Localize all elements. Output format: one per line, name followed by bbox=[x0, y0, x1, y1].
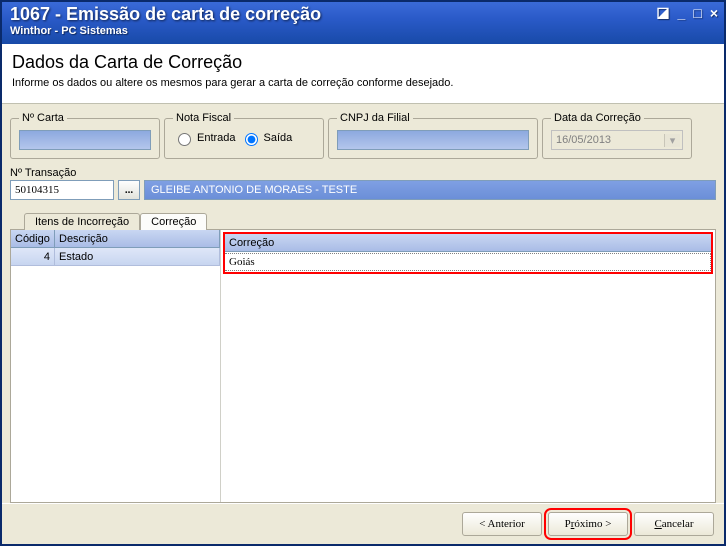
legend-cnpj-filial: CNPJ da Filial bbox=[337, 112, 413, 124]
numero-transacao-label: Nº Transação bbox=[10, 167, 114, 179]
data-correcao-field: 16/05/2013 ▾ bbox=[551, 130, 683, 150]
group-numero-carta: Nº Carta bbox=[10, 112, 160, 159]
close-icon[interactable]: × bbox=[710, 5, 718, 21]
tab-panel-correcao: Código Descrição 4 Estado Correção bbox=[10, 229, 716, 503]
app-window: 1067 - Emissão de carta de correção Wint… bbox=[0, 0, 726, 546]
group-cnpj-filial: CNPJ da Filial bbox=[328, 112, 538, 159]
cell-codigo: 4 bbox=[11, 248, 55, 265]
radio-entrada[interactable]: Entrada bbox=[173, 130, 236, 146]
cell-descricao: Estado bbox=[55, 248, 220, 265]
maximize-icon[interactable]: □ bbox=[693, 5, 701, 21]
footer-bar: < Anterior Próximo > Cancelar bbox=[2, 503, 724, 544]
correcao-input[interactable] bbox=[225, 253, 711, 271]
group-nota-fiscal: Nota Fiscal Entrada Saída bbox=[164, 112, 324, 159]
form-area: Nº Carta Nota Fiscal Entrada Saída bbox=[2, 104, 724, 204]
anterior-button[interactable]: < Anterior bbox=[462, 512, 542, 536]
numero-transacao-input[interactable] bbox=[10, 180, 114, 200]
table-row[interactable]: 4 Estado bbox=[11, 248, 220, 266]
legend-nota-fiscal: Nota Fiscal bbox=[173, 112, 234, 124]
lookup-transacao-button[interactable]: ... bbox=[118, 180, 140, 200]
chevron-down-icon: ▾ bbox=[664, 134, 680, 147]
col-correcao: Correção bbox=[225, 234, 711, 252]
col-descricao: Descrição bbox=[55, 230, 220, 247]
restore-down-icon[interactable]: ◪ bbox=[656, 4, 669, 21]
window-title: 1067 - Emissão de carta de correção bbox=[10, 4, 718, 25]
tabs-container: Itens de Incorreção Correção Código Desc… bbox=[10, 212, 716, 503]
data-correcao-value: 16/05/2013 bbox=[556, 134, 611, 146]
tab-correcao[interactable]: Correção bbox=[140, 213, 207, 230]
group-data-correcao: Data da Correção 16/05/2013 ▾ bbox=[542, 112, 692, 159]
cancelar-button[interactable]: Cancelar bbox=[634, 512, 714, 536]
page-description: Informe os dados ou altere os mesmos par… bbox=[12, 77, 714, 89]
radio-entrada-label: Entrada bbox=[197, 132, 236, 144]
titlebar: 1067 - Emissão de carta de correção Wint… bbox=[2, 2, 724, 44]
numero-carta-input[interactable] bbox=[19, 130, 151, 150]
radio-entrada-input[interactable] bbox=[178, 133, 191, 146]
legend-data-correcao: Data da Correção bbox=[551, 112, 644, 124]
window-controls: ◪ _ □ × bbox=[656, 4, 718, 21]
page-title: Dados da Carta de Correção bbox=[12, 52, 714, 73]
cnpj-filial-input[interactable] bbox=[337, 130, 529, 150]
window-subtitle: Winthor - PC Sistemas bbox=[10, 25, 718, 37]
col-codigo: Código bbox=[11, 230, 55, 247]
radio-saida-input[interactable] bbox=[245, 133, 258, 146]
radio-saida-label: Saída bbox=[264, 132, 293, 144]
grid-header-left: Código Descrição bbox=[11, 230, 220, 248]
tab-strip: Itens de Incorreção Correção bbox=[24, 212, 716, 229]
transacao-display: GLEIBE ANTONIO DE MORAES - TESTE bbox=[144, 180, 716, 200]
page-header: Dados da Carta de Correção Informe os da… bbox=[2, 44, 724, 104]
grid-left: Código Descrição 4 Estado bbox=[11, 230, 221, 502]
radio-saida[interactable]: Saída bbox=[240, 130, 293, 146]
correcao-highlight: Correção bbox=[223, 232, 713, 274]
right-pane: Correção bbox=[221, 230, 715, 502]
legend-numero-carta: Nº Carta bbox=[19, 112, 67, 124]
tab-itens-incorrecao[interactable]: Itens de Incorreção bbox=[24, 213, 140, 230]
proximo-button[interactable]: Próximo > bbox=[548, 512, 628, 536]
minimize-icon[interactable]: _ bbox=[678, 5, 686, 21]
